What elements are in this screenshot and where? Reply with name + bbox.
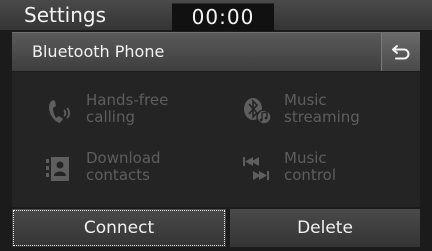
feature-label: Hands-free calling: [86, 91, 169, 126]
connect-button[interactable]: Connect: [12, 209, 226, 247]
feature-music-streaming: Music streaming: [242, 92, 432, 136]
back-arrow-icon: [392, 45, 410, 60]
feature-hands-free-calling: Hands-free calling: [44, 92, 234, 136]
contacts-book-icon: [46, 157, 69, 181]
feature-label: Download contacts: [86, 149, 161, 184]
feature-download-contacts: Download contacts: [44, 150, 234, 194]
handset-icon: [49, 100, 70, 123]
bluetooth-music-icon: [244, 98, 272, 125]
previous-next-track-icon: [243, 157, 269, 180]
screen-title: Settings: [24, 3, 107, 27]
back-button[interactable]: [381, 33, 420, 71]
section-title: Bluetooth Phone: [32, 42, 165, 61]
clock-display: 00:00: [172, 3, 274, 31]
feature-list: Hands-free calling Music streaming Downl…: [12, 72, 420, 207]
delete-button[interactable]: Delete: [230, 209, 420, 247]
feature-label: Music streaming: [284, 91, 360, 126]
section-header: Bluetooth Phone: [12, 32, 420, 71]
bluetooth-settings-screen: Settings 00:00 Bluetooth Phone Hands-fre…: [0, 0, 432, 251]
feature-music-control: Music control: [242, 150, 432, 194]
status-bar: Settings 00:00: [0, 0, 432, 31]
feature-label: Music control: [284, 149, 336, 184]
